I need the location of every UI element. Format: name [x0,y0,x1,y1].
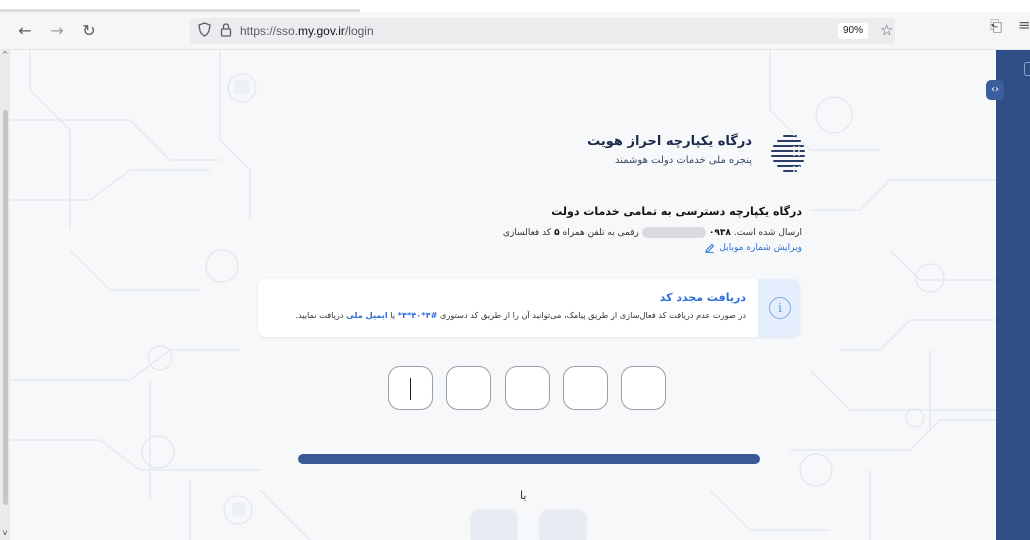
info-icon: i [769,297,791,319]
otp-digit-input[interactable] [388,366,433,410]
star-icon[interactable]: ☆ [880,21,893,39]
shield-icon[interactable] [198,22,214,40]
scroll-down-icon[interactable]: v [1,528,9,538]
otp-digit-input[interactable] [621,366,666,410]
sent-suffix: ارسال شده است. [733,227,802,238]
resend-title: دریافت مجدد کد [659,291,746,304]
masked-phone [641,227,706,238]
pencil-icon [705,243,715,253]
edit-phone-label: ویرایش شماره موبایل [719,243,802,253]
lock-icon[interactable] [220,22,234,40]
brand-title: درگاه یکپارچه احراز هویت [587,134,752,149]
arrow-left-icon[interactable]: ← [14,20,36,42]
alt-login-button[interactable] [471,510,517,540]
page-title: درگاه یکپارچه دسترسی به تمامی خدمات دولت [551,205,802,218]
browser-toolbar: ← → ↻ https://sso.my.gov.ir/login 90% ☆ [0,12,1030,50]
otp-digit-input[interactable] [446,366,491,410]
digit-count: ۵ [554,227,560,238]
panel-icon[interactable] [1024,62,1030,76]
brand-subtitle: پنجره ملی خدمات دولت هوشمند [615,155,752,166]
zoom-level[interactable]: 90% [838,23,868,39]
menu-icon[interactable]: ≡ [1018,16,1030,34]
resend-info-box: i دریافت مجدد کد در صورت عدم دریافت کد ف… [258,279,800,337]
otp-input-group [388,366,666,410]
otp-digit-input[interactable] [563,366,608,410]
edit-phone-link[interactable]: ویرایش شماره موبایل [705,243,802,253]
extensions-icon[interactable]: ⎗ [990,17,1002,35]
reload-icon[interactable]: ↻ [78,20,100,42]
brand-header: درگاه یکپارچه احراز هویت پنجره ملی خدمات… [560,128,810,178]
or-label: یا [520,489,527,502]
sent-mid: رقمی به تلفن همراه [562,227,639,238]
resend-text-a: در صورت عدم دریافت کد فعال‌سازی از طریق … [440,310,746,320]
brand-logo-icon [771,134,805,172]
alt-login-button[interactable] [540,510,586,540]
resend-text: در صورت عدم دریافت کد فعال‌سازی از طریق … [295,310,746,320]
otp-sent-message: کد فعالسازی ۵ رقمی به تلفن همراه ۰۹۳۸ ار… [503,227,802,238]
info-strip: i [758,279,800,337]
phone-prefix: ۰۹۳۸ [708,227,731,238]
side-panel [996,50,1030,540]
sent-prefix: کد فعالسازی [502,227,552,238]
scrollbar[interactable] [0,50,10,540]
address-bar[interactable]: https://sso.my.gov.ir/login 90% ☆ [190,18,895,44]
arrow-right-icon[interactable]: → [46,20,68,42]
scrollbar-thumb[interactable] [3,110,8,505]
otp-digit-input[interactable] [505,366,550,410]
tab-strip [0,0,1030,12]
scroll-up-icon[interactable]: ^ [1,50,9,60]
national-email-link[interactable]: ایمیل ملی [346,310,388,320]
resend-text-c: دریافت نمایید. [295,310,344,320]
resend-text-b: یا [390,310,396,320]
text-cursor [410,378,411,400]
submit-button[interactable] [298,454,760,464]
ussd-code: #۴*۴۰*۴* [397,310,438,320]
sidebar-toggle-icon[interactable]: ‹› [986,80,1004,100]
url-text: https://sso.my.gov.ir/login [240,24,374,38]
